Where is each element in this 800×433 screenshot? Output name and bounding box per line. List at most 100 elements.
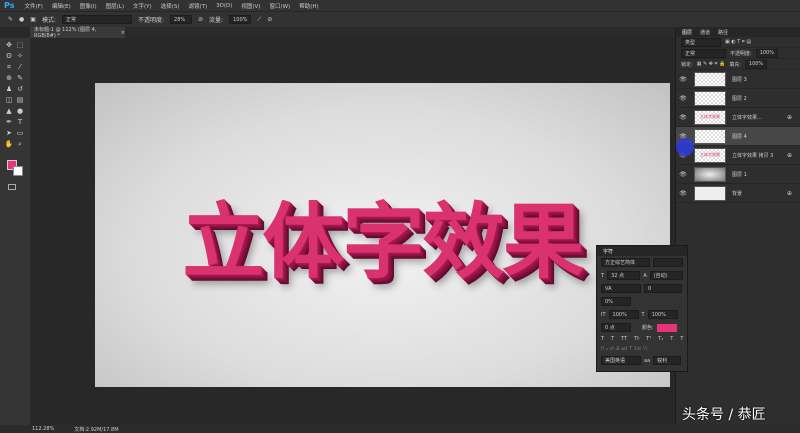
kerning-input[interactable]: VA [601, 284, 641, 293]
mode-select[interactable]: 正常 [61, 15, 132, 24]
menu-help[interactable]: 帮助(H) [299, 2, 318, 10]
layer-name[interactable]: 立体字效果... [732, 114, 762, 121]
eraser-tool-icon[interactable]: ◫ [4, 95, 14, 105]
move-tool-icon[interactable]: ✥ [4, 40, 14, 50]
tab-paths[interactable]: 路径 [718, 29, 728, 36]
visibility-eye-icon[interactable]: 👁 [676, 76, 690, 83]
layer-filter-select[interactable]: 类型 [681, 37, 721, 47]
font-size-input[interactable]: 32 点 [607, 271, 641, 280]
tracking-input[interactable]: 0 [644, 284, 682, 293]
fill-input[interactable]: 100% [744, 59, 768, 69]
menu-3d[interactable]: 3D(D) [216, 3, 232, 9]
history-brush-icon[interactable]: ↺ [15, 84, 25, 94]
horizontal-scale-input[interactable]: 100% [647, 310, 678, 319]
healing-tool-icon[interactable]: ⊕ [4, 73, 14, 83]
stamp-tool-icon[interactable]: ♟ [4, 84, 14, 94]
menu-type[interactable]: 文字(Y) [133, 2, 152, 10]
visibility-eye-icon[interactable]: 👁 [676, 190, 690, 197]
text-style-button[interactable]: T [601, 336, 604, 342]
quick-mask-icon[interactable] [8, 184, 16, 190]
layer-name[interactable]: 图层 4 [732, 133, 747, 140]
text-style-button[interactable]: T¹ [646, 336, 651, 342]
airbrush-icon[interactable]: ⟋ [257, 16, 261, 24]
layer-row[interactable]: 👁立体字效果立体字效果 拷贝 3⊕ [676, 146, 800, 165]
dodge-tool-icon[interactable]: ● [15, 106, 25, 116]
text-style-button[interactable]: T [670, 336, 673, 342]
layer-thumbnail [694, 128, 726, 144]
visibility-eye-icon[interactable]: 👁 [676, 171, 690, 178]
text-style-button[interactable]: T [680, 336, 683, 342]
layer-name[interactable]: 图层 1 [732, 171, 747, 178]
document-tab[interactable]: 未标题-1 @ 112% (图层 4, RGB/8#) * × [30, 27, 125, 39]
leading-input[interactable]: (自动) [649, 271, 683, 280]
text-color-swatch[interactable] [656, 323, 677, 332]
menu-file[interactable]: 文件(F) [24, 2, 42, 10]
brush-panel-icon[interactable]: ▣ [30, 16, 36, 23]
crop-tool-icon[interactable]: ⌗ [4, 62, 14, 72]
blend-mode-select[interactable]: 正常 [681, 48, 726, 58]
layer-opacity-input[interactable]: 100% [755, 48, 778, 58]
layer-name[interactable]: 背景 [732, 190, 742, 197]
pressure-opacity-icon[interactable]: ⊘ [198, 16, 203, 23]
menu-view[interactable]: 视图(V) [241, 2, 260, 10]
zoom-level[interactable]: 112.28% [32, 426, 54, 432]
brush-tool-icon[interactable]: ✎ [8, 16, 13, 23]
layer-name[interactable]: 图层 3 [732, 76, 747, 83]
menu-edit[interactable]: 编辑(E) [52, 2, 71, 10]
text-style-button[interactable]: T [611, 336, 614, 342]
menu-filter[interactable]: 滤镜(T) [188, 2, 207, 10]
visibility-eye-icon[interactable]: 👁 [676, 95, 690, 102]
gradient-tool-icon[interactable]: ▤ [15, 95, 25, 105]
pen-tool-icon[interactable]: ✒ [4, 117, 14, 127]
marquee-tool-icon[interactable]: ⬚ [15, 40, 25, 50]
layer-row[interactable]: 👁 背景 ⊕ [676, 184, 800, 203]
brush-preset-icon[interactable]: ● [19, 16, 24, 23]
magic-wand-icon[interactable]: ✧ [15, 51, 25, 61]
background-color-swatch[interactable] [13, 166, 23, 176]
layer-row[interactable]: 👁 立体字效果 立体字效果... ⊕ [676, 108, 800, 127]
layer-row[interactable]: 👁 图层 3 [676, 70, 800, 89]
document-canvas[interactable]: 立体字效果 [95, 83, 670, 387]
hand-tool-icon[interactable]: ✋ [4, 139, 14, 149]
path-select-icon[interactable]: ➤ [4, 128, 14, 138]
layer-fx-icon[interactable]: ⊕ [787, 190, 792, 197]
font-family-select[interactable]: 方正综艺简体 [601, 258, 651, 267]
blur-tool-icon[interactable]: ▲ [4, 106, 14, 116]
brush-tool-icon[interactable]: ✎ [15, 73, 25, 83]
eyedropper-icon[interactable]: ⁄ [15, 62, 25, 72]
flow-input[interactable]: 100% [229, 15, 252, 24]
menu-window[interactable]: 窗口(W) [269, 2, 290, 10]
vertical-scale-input[interactable]: 100% [608, 310, 639, 319]
antialias-select[interactable]: 锐利 [653, 356, 682, 365]
layer-row[interactable]: 👁 图层 2 [676, 89, 800, 108]
shape-tool-icon[interactable]: ▭ [15, 128, 25, 138]
text-style-button[interactable]: T₁ [658, 336, 663, 342]
lock-icons[interactable]: ▦ ✎ ✥ ⌗ 🔒 [697, 61, 726, 67]
language-select[interactable]: 美国英语 [601, 356, 641, 365]
baseline-shift-input[interactable]: 0 点 [601, 323, 631, 332]
text-style-button[interactable]: Tt [634, 336, 639, 342]
layer-name[interactable]: 立体字效果 拷贝 3 [732, 152, 773, 159]
type-tool-icon[interactable]: T [15, 117, 25, 127]
menu-select[interactable]: 选择(S) [161, 2, 180, 10]
close-tab-icon[interactable]: × [121, 30, 125, 36]
layer-fx-icon[interactable]: ⊕ [787, 114, 792, 121]
opacity-input[interactable]: 28% [170, 15, 193, 24]
layer-row[interactable]: 👁 图层 4 [676, 127, 800, 146]
pressure-size-icon[interactable]: ⊘ [267, 16, 272, 23]
lasso-tool-icon[interactable]: ʘ [4, 51, 14, 61]
font-style-select[interactable] [653, 258, 683, 267]
tsume-input[interactable]: 0% [601, 297, 631, 306]
filter-icons[interactable]: ▣ ◐ T ⌗ ▤ [725, 39, 751, 45]
layer-fx-icon[interactable]: ⊕ [787, 152, 792, 159]
tab-layers[interactable]: 图层 [682, 29, 692, 36]
layer-row[interactable]: 👁 图层 1 [676, 165, 800, 184]
visibility-eye-icon[interactable]: 👁 [676, 114, 690, 121]
tab-channels[interactable]: 通道 [700, 29, 710, 36]
menu-layer[interactable]: 图层(L) [106, 2, 124, 10]
layer-name[interactable]: 图层 2 [732, 95, 747, 102]
zoom-tool-icon[interactable]: ⌕ [15, 139, 25, 149]
opentype-buttons[interactable]: ﬁ ℴ st Ꭿ ad T 1st ½ [597, 344, 687, 354]
menu-image[interactable]: 图像(I) [80, 2, 97, 10]
text-style-button[interactable]: TT [621, 336, 627, 342]
